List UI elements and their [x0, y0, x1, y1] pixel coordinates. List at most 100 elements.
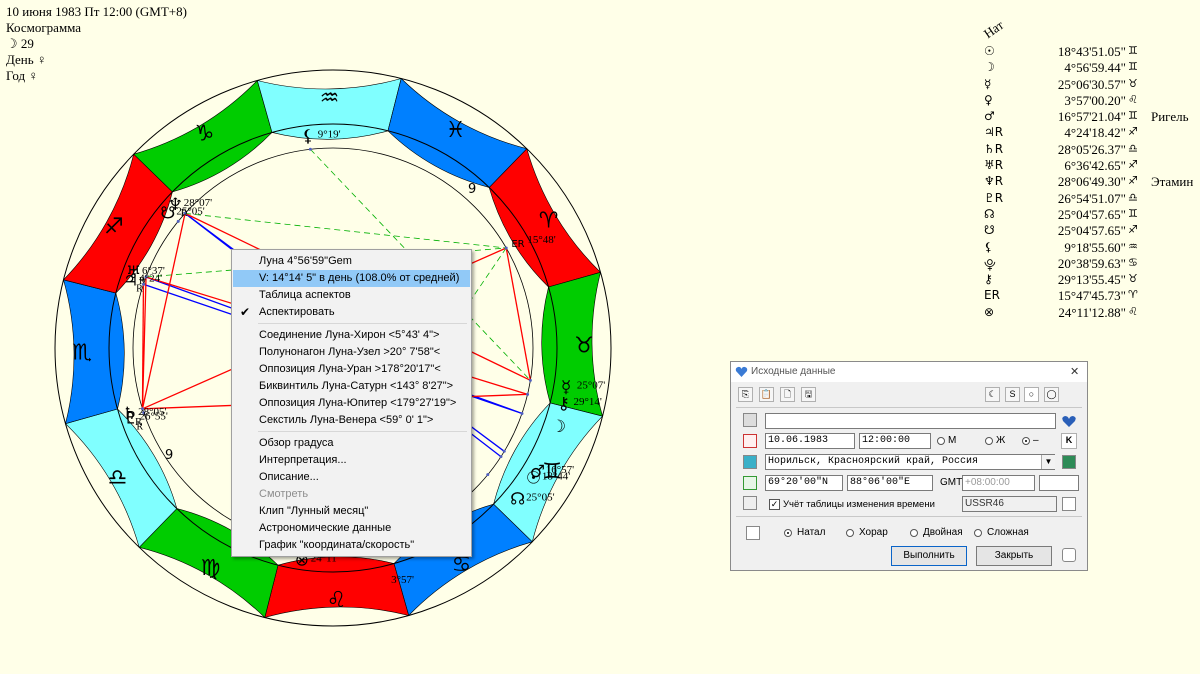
save-icon[interactable]: 🖫 — [801, 387, 816, 402]
sign-icon: ♋ — [1128, 255, 1138, 269]
menu-item-2[interactable]: Таблица аспектов — [233, 287, 470, 304]
planet-symbol-icon: ☋ — [984, 223, 995, 238]
planet-position: 29°13'55.45" — [1057, 272, 1126, 288]
wheel-preview-icon[interactable] — [1062, 548, 1076, 562]
dialog-titlebar[interactable]: Исходные данные ✕ — [731, 362, 1087, 382]
sign-glyph-4: ♌ — [327, 588, 347, 613]
er-glyph-icon: ER — [511, 239, 524, 250]
gmt-field[interactable]: +08:00:00 — [962, 475, 1035, 491]
menu-item-7[interactable]: Биквинтиль Луна-Сатурн <143° 8'27"> — [233, 378, 470, 395]
planet-position: 4°56'59.44" — [1064, 60, 1126, 76]
time-table-icon[interactable] — [743, 496, 757, 510]
planet-symbol-icon: ⚷ — [984, 272, 993, 287]
longitude-field[interactable]: 88°06'00"E — [847, 475, 933, 491]
name-field[interactable] — [765, 413, 1056, 429]
sex-male-label: М — [948, 435, 957, 446]
menu-item-16[interactable]: График "координата/скорость" — [233, 537, 470, 554]
planet-jupiter[interactable]: ♃ 4°24'R — [123, 271, 162, 295]
sign-icon: ♊ — [1128, 44, 1138, 57]
sign-icon: ♐ — [1128, 174, 1138, 188]
dialog-close-icon[interactable]: ✕ — [1070, 365, 1079, 378]
planet-lilith[interactable]: ⚸ 9°19' — [302, 126, 341, 151]
calendar-icon[interactable] — [743, 434, 757, 448]
mode-complex-radio[interactable] — [974, 529, 982, 537]
place-dropdown-icon[interactable]: ▼ — [1041, 455, 1055, 469]
sign-icon: ♊ — [1128, 206, 1138, 220]
k-button[interactable]: K — [1061, 433, 1077, 449]
person-edit-icon[interactable] — [743, 413, 757, 427]
node-point — [486, 473, 490, 477]
sex-none-radio[interactable] — [1022, 437, 1030, 445]
planet-symbol-icon: ♃R — [984, 125, 1004, 140]
planet-context-menu[interactable]: Луна 4°56'59"Gem V: 14°14' 5" в день (108… — [231, 249, 472, 557]
mode-divider — [736, 516, 1082, 517]
planet-south_node[interactable]: ☋ 25°05' — [160, 203, 204, 223]
notes-icon[interactable] — [746, 526, 760, 540]
tz-table-checkbox[interactable]: ✓ — [769, 499, 780, 510]
document-icon[interactable] — [1062, 497, 1076, 511]
sign-glyph-5: ♍ — [201, 556, 221, 581]
new-file-icon[interactable]: 🗋 — [780, 387, 795, 402]
menu-item-4[interactable]: Соединение Луна-Хирон <5°43' 4"> — [233, 327, 470, 344]
menu-item-0[interactable]: Луна 4°56'59"Gem — [233, 253, 470, 270]
menu-item-14[interactable]: Клип "Лунный месяц" — [233, 503, 470, 520]
planet-position: 24°11'12.88" — [1058, 304, 1126, 320]
house-label-9: 9 — [468, 182, 476, 197]
mode-horar-radio[interactable] — [846, 529, 854, 537]
latitude-field[interactable]: 69°20'00"N — [765, 475, 843, 491]
sign-icon: ♐ — [1128, 223, 1138, 237]
input-data-dialog[interactable]: Исходные данные ✕ ⎘ 📋 🗋 🖫 ☾ S ○ ◯ 10.06.… — [730, 361, 1088, 571]
menu-item-3[interactable]: Аспектировать ✔ — [233, 304, 470, 321]
paste-icon[interactable]: 📋 — [759, 387, 774, 402]
menu-item-15[interactable]: Астрономические данные — [233, 520, 470, 537]
menu-item-1[interactable]: V: 14°14' 5" в день (108.0% от средней) — [233, 270, 470, 287]
chiron-point — [526, 392, 530, 396]
tz-table-field[interactable]: USSR46 — [962, 496, 1057, 512]
sex-female-radio[interactable] — [985, 437, 993, 445]
coordinates-icon[interactable] — [743, 476, 757, 490]
menu-item-9[interactable]: Секстиль Луна-Венера <59° 0' 1"> — [233, 412, 470, 429]
menu-item-12[interactable]: Описание... — [233, 469, 470, 486]
moon-phase-icon[interactable]: ☾ — [985, 387, 1000, 402]
sign-icon: ♉ — [1128, 76, 1138, 90]
planet-symbol-icon: ☉ — [984, 44, 995, 58]
planet-symbol-icon: ♂ — [984, 109, 995, 124]
planet-symbol-icon: ☊ — [984, 206, 995, 221]
tz-table-label: Учёт таблицы изменения времени — [783, 499, 935, 510]
mode-double-radio[interactable] — [910, 529, 918, 537]
planet-position: 25°04'57.65" — [1057, 223, 1126, 239]
globe-icon[interactable] — [743, 455, 757, 469]
leo_point-degree: 3°57' — [391, 574, 414, 586]
menu-item-8[interactable]: Оппозиция Луна-Юпитер <179°27'19"> — [233, 395, 470, 412]
menu-separator — [258, 323, 467, 324]
moon-glyph-icon: ☽ — [551, 417, 566, 437]
sign-icon: ♎ — [1128, 141, 1138, 155]
planet-position: 16°57'21.04" — [1057, 109, 1126, 125]
place-field[interactable]: Норильск, Красноярский край, Россия — [765, 454, 1055, 470]
heart-pick-icon[interactable] — [1061, 413, 1077, 429]
menu-item-6[interactable]: Оппозиция Луна-Уран >178°20'17"< — [233, 361, 470, 378]
copy-icon[interactable]: ⎘ — [738, 387, 753, 402]
chiron-degree: 29°14' — [574, 396, 602, 408]
mode-natal-radio[interactable] — [784, 529, 792, 537]
planet-position: 6°36'42.65" — [1064, 158, 1126, 174]
sex-male-radio[interactable] — [937, 437, 945, 445]
circle-small-icon[interactable]: ○ — [1024, 387, 1039, 402]
mercury-degree: 25°07' — [577, 379, 605, 391]
chiron-glyph-icon: ⚷ — [558, 394, 570, 414]
menu-item-11[interactable]: Интерпретация... — [233, 452, 470, 469]
close-button[interactable]: Закрыть — [976, 546, 1052, 566]
extra-field[interactable] — [1039, 475, 1079, 491]
menu-item-5[interactable]: Полунонагон Луна-Узел >20° 7'58"< — [233, 344, 470, 361]
map-icon[interactable] — [1062, 455, 1076, 469]
menu-item-10[interactable]: Обзор градуса — [233, 435, 470, 452]
node-glyph-icon: ☊ — [510, 490, 525, 510]
sign-glyph-11: ♓ — [446, 118, 466, 143]
run-button[interactable]: Выполнить — [891, 546, 967, 566]
circle-large-icon[interactable]: ◯ — [1044, 387, 1059, 402]
fixed-star: Этамин — [1151, 174, 1194, 190]
time-field[interactable]: 12:00:00 — [859, 433, 931, 449]
date-field[interactable]: 10.06.1983 — [765, 433, 855, 449]
natal-wheel[interactable]: ♈♉♊♋♌♍♎♏♐♑♒♓ ☉ 18°44'☽☿ 25°07'♂ 16°57'☊ 25°0… — [0, 0, 960, 674]
cycle-icon[interactable]: S — [1005, 387, 1020, 402]
